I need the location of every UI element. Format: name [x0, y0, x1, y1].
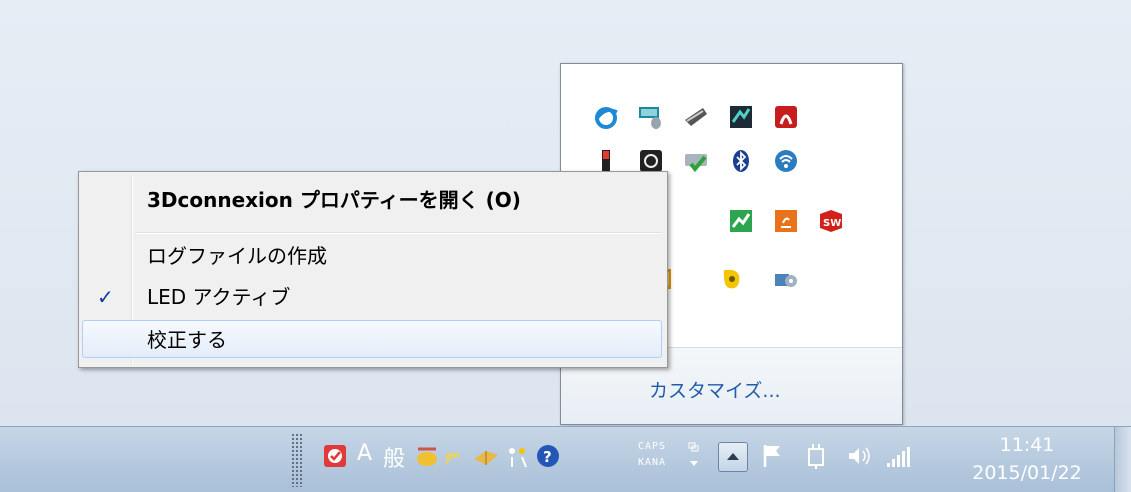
menu-item-calibrate[interactable]: 校正する — [82, 320, 662, 358]
drive-check-icon[interactable] — [683, 148, 709, 174]
camera-gear-icon[interactable] — [773, 266, 799, 292]
power-plug-icon[interactable] — [803, 441, 829, 471]
ime-mode-indicator[interactable]: A — [357, 441, 372, 466]
network-signal-icon[interactable] — [885, 441, 913, 471]
clock-time: 11:41 — [999, 434, 1055, 456]
svg-text:ም: ም — [445, 448, 460, 467]
bluetooth-icon[interactable] — [728, 148, 754, 174]
taskbar: A 般 ም ? CAPS KANA 11:41 2015/01/22 — [0, 426, 1131, 492]
ime-kanji-mode[interactable]: 般 — [383, 441, 405, 473]
show-hidden-icons-button[interactable] — [718, 442, 748, 472]
yellow-icon[interactable] — [719, 266, 745, 292]
adobe-icon[interactable] — [773, 104, 799, 130]
svg-text:SW: SW — [823, 218, 841, 229]
ime-dictionary-icon[interactable]: ም — [444, 441, 470, 471]
caps-indicator: CAPS — [638, 441, 667, 452]
ime-status-box[interactable]: CAPS KANA — [638, 439, 666, 471]
context-menu: 3Dconnexion プロパティーを開く (O) ログファイルの作成 ✓ LE… — [78, 171, 668, 368]
ie-icon[interactable] — [593, 104, 619, 130]
chevron-up-icon — [727, 453, 739, 460]
menu-item-label: 校正する — [147, 328, 227, 352]
java-icon[interactable] — [773, 208, 799, 234]
menu-item-led-active[interactable]: ✓ LED アクティブ — [82, 278, 662, 316]
checkmark-icon: ✓ — [97, 285, 114, 309]
clock-date: 2015/01/22 — [972, 462, 1082, 484]
menu-item-open-properties[interactable]: 3Dconnexion プロパティーを開く (O) — [82, 181, 662, 219]
help-icon[interactable]: ? — [535, 441, 561, 471]
menu-item-label: 3Dconnexion プロパティーを開く (O) — [147, 188, 521, 212]
svg-text:?: ? — [543, 448, 552, 466]
ime-input-icon[interactable] — [472, 441, 500, 471]
3d-mouse-icon[interactable] — [683, 104, 709, 130]
system-clock[interactable]: 11:41 2015/01/22 — [962, 431, 1092, 487]
menu-item-label: LED アクティブ — [147, 285, 291, 309]
toolbar-grip[interactable] — [291, 433, 303, 487]
green-chart-icon[interactable] — [728, 208, 754, 234]
wifi-icon[interactable] — [773, 148, 799, 174]
action-center-flag-icon[interactable] — [760, 441, 786, 471]
menu-item-label: ログファイルの作成 — [147, 244, 327, 268]
menu-separator — [135, 232, 662, 234]
ime-options-icon[interactable] — [687, 441, 701, 471]
volume-icon[interactable] — [846, 441, 872, 471]
ime-cursor-icon[interactable] — [504, 441, 530, 471]
kana-indicator: KANA — [638, 457, 667, 468]
menu-item-create-log[interactable]: ログファイルの作成 — [82, 237, 662, 275]
keyboard-mouse-icon[interactable] — [638, 104, 664, 130]
ime-tools-icon[interactable] — [414, 441, 440, 471]
solidworks-icon[interactable]: SW — [818, 208, 844, 234]
show-desktop-button[interactable] — [1114, 427, 1131, 492]
customize-link[interactable]: カスタマイズ... — [649, 376, 781, 403]
ime-pad-icon[interactable] — [322, 441, 348, 471]
network-meter-icon[interactable] — [728, 104, 754, 130]
